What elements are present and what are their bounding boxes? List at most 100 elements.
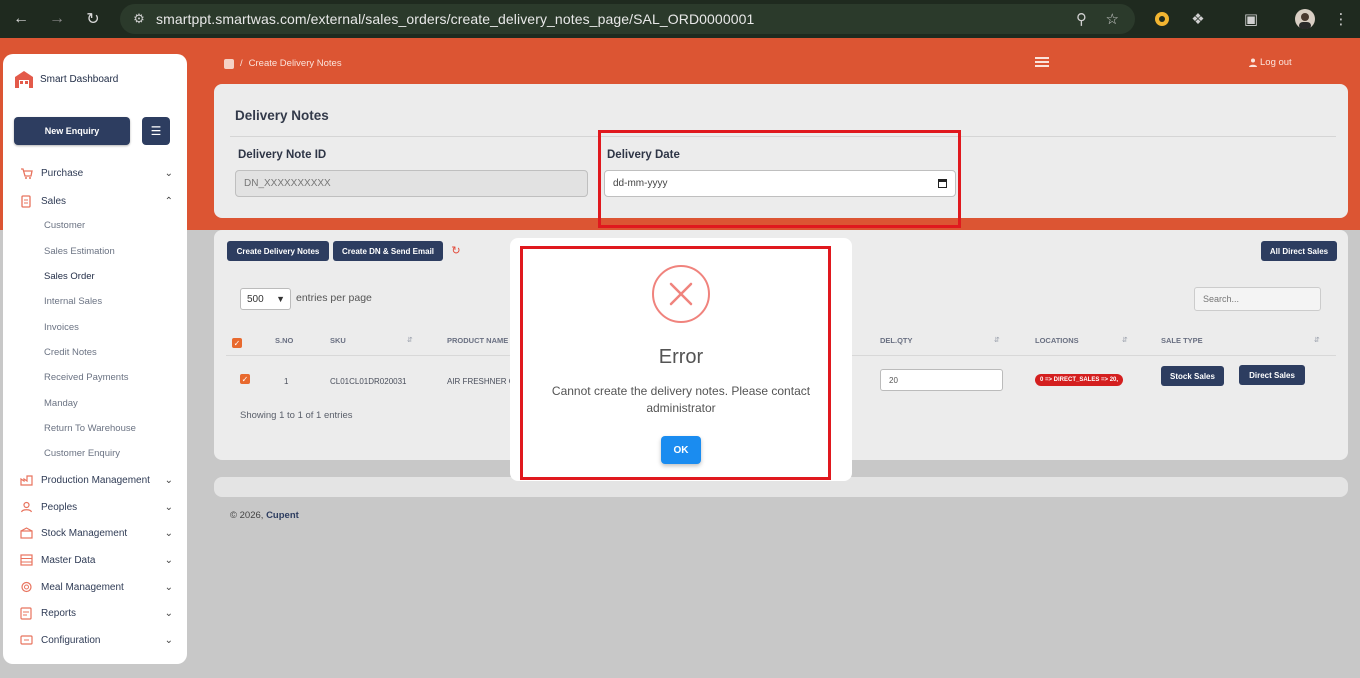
reload-icon[interactable]: ↻ <box>81 7 105 31</box>
sidebar-subitem-customer[interactable]: Customer <box>44 220 85 231</box>
chevron-down-icon: ⌄ <box>164 554 173 566</box>
address-bar[interactable]: ⚙ smartppt.smartwas.com/external/sales_o… <box>120 4 1135 34</box>
cell-sno: 1 <box>284 377 289 386</box>
chevron-down-icon: ⌄ <box>164 501 173 513</box>
meal-icon <box>19 580 33 594</box>
footer-company-link[interactable]: Cupent <box>266 510 299 521</box>
highlight-box-modal <box>520 246 831 480</box>
sidebar-item-stock-management[interactable]: Stock Management ⌄ <box>3 523 187 543</box>
table-info: Showing 1 to 1 of 1 entries <box>240 410 353 421</box>
column-header-sku[interactable]: SKU <box>330 336 346 345</box>
brand[interactable]: Smart Dashboard <box>13 68 118 90</box>
logout-label: Log out <box>1260 57 1292 68</box>
profile-avatar[interactable] <box>1295 9 1315 29</box>
sidebar-item-sales[interactable]: Sales ⌃ <box>3 191 187 211</box>
sidebar-subitem-credit-notes[interactable]: Credit Notes <box>44 347 97 358</box>
back-icon[interactable]: ← <box>9 7 33 31</box>
new-enquiry-button[interactable]: New Enquiry <box>14 117 130 145</box>
column-header-del-qty[interactable]: DEL.QTY <box>880 336 913 345</box>
create-delivery-notes-button[interactable]: Create Delivery Notes <box>227 241 329 261</box>
stock-icon <box>19 526 33 540</box>
sidebar-subitem-return-to-warehouse[interactable]: Return To Warehouse <box>44 423 136 434</box>
row-checkbox[interactable]: ✓ <box>240 374 250 384</box>
column-header-product-name[interactable]: PRODUCT NAME <box>447 336 508 345</box>
footer-copyright: © 2026, <box>230 510 264 521</box>
sidebar-subitem-manday[interactable]: Manday <box>44 398 78 409</box>
sidebar-item-configuration[interactable]: Configuration ⌄ <box>3 630 187 650</box>
sidebar-item-peoples[interactable]: Peoples ⌄ <box>3 497 187 517</box>
extension-icon[interactable] <box>1152 9 1172 29</box>
hamburger-menu-icon[interactable] <box>1035 57 1049 69</box>
url-text: smartppt.smartwas.com/external/sales_ord… <box>156 11 755 27</box>
site-settings-icon[interactable]: ⚙ <box>130 10 148 28</box>
entries-per-page-select[interactable]: 500 ▼ <box>240 288 291 310</box>
column-header-locations[interactable]: LOCATIONS <box>1035 336 1079 345</box>
sidebar-item-label: Peoples <box>41 501 78 513</box>
sidebar-toggle-button[interactable]: ☰ <box>142 117 170 145</box>
column-header-sale-type[interactable]: SALE TYPE <box>1161 336 1203 345</box>
create-dn-send-email-button[interactable]: Create DN & Send Email <box>333 241 443 261</box>
sidebar-item-label: Meal Management <box>41 581 124 593</box>
search-input[interactable]: Search... <box>1194 287 1321 311</box>
chevron-down-icon: ⌄ <box>164 634 173 646</box>
breadcrumb-current: Create Delivery Notes <box>248 58 342 69</box>
sort-icon[interactable]: ⇵ <box>407 336 413 344</box>
sidebar-subitem-sales-order[interactable]: Sales Order <box>44 271 95 282</box>
del-qty-input[interactable]: 20 <box>880 369 1003 391</box>
direct-sales-button[interactable]: Direct Sales <box>1239 365 1305 385</box>
sidebar-subitem-customer-enquiry[interactable]: Customer Enquiry <box>44 448 120 459</box>
sidebar-item-label: Production Management <box>41 474 150 486</box>
bookmark-star-icon[interactable]: ☆ <box>1106 10 1119 28</box>
entries-per-page-label: entries per page <box>296 292 372 304</box>
chevron-down-icon: ⌄ <box>164 581 173 593</box>
sidebar-item-purchase[interactable]: Purchase ⌄ <box>3 163 187 183</box>
forward-icon[interactable]: → <box>45 7 69 31</box>
home-icon[interactable] <box>224 58 234 69</box>
page-title: Delivery Notes <box>235 108 329 123</box>
database-icon <box>19 553 33 567</box>
browser-toolbar: ← → ↻ ⚙ smartppt.smartwas.com/external/s… <box>0 0 1360 38</box>
delivery-note-id-label: Delivery Note ID <box>238 149 327 161</box>
highlight-box-date <box>598 130 961 228</box>
sales-icon <box>19 194 33 208</box>
sidebar-item-meal-management[interactable]: Meal Management ⌄ <box>3 577 187 597</box>
sidebar-subitem-internal-sales[interactable]: Internal Sales <box>44 296 102 307</box>
configuration-icon <box>19 633 33 647</box>
column-header-sno[interactable]: S.NO <box>275 336 293 345</box>
sidebar-subitem-sales-estimation[interactable]: Sales Estimation <box>44 246 115 257</box>
all-direct-sales-button[interactable]: All Direct Sales <box>1261 241 1337 261</box>
sort-icon[interactable]: ⇵ <box>994 336 1000 344</box>
warehouse-logo-icon <box>15 71 33 88</box>
factory-icon <box>19 473 33 487</box>
sidebar-item-master-data[interactable]: Master Data ⌄ <box>3 550 187 570</box>
breadcrumb-separator: / <box>240 58 243 69</box>
select-all-checkbox[interactable]: ✓ <box>232 338 242 348</box>
sort-icon[interactable]: ⇵ <box>1122 336 1128 344</box>
cast-icon[interactable]: ▣ <box>1241 9 1261 29</box>
logout-link[interactable]: Log out <box>1249 57 1292 68</box>
refresh-icon[interactable]: ↻ <box>450 244 462 257</box>
brand-name: Smart Dashboard <box>40 73 119 85</box>
sidebar-item-reports[interactable]: Reports ⌄ <box>3 603 187 623</box>
reports-icon <box>19 606 33 620</box>
people-icon <box>19 500 33 514</box>
sidebar-item-production-management[interactable]: Production Management ⌄ <box>3 470 187 490</box>
sidebar-item-label: Sales <box>41 195 67 207</box>
menu-kebab-icon[interactable]: ⋮ <box>1331 9 1351 29</box>
breadcrumb: / Create Delivery Notes <box>224 58 342 69</box>
sidebar-item-label: Configuration <box>41 634 101 646</box>
puzzle-icon[interactable]: ❖ <box>1188 9 1208 29</box>
sidebar: Smart Dashboard New Enquiry ☰ Purchase ⌄… <box>3 54 187 664</box>
stock-sales-button[interactable]: Stock Sales <box>1161 366 1224 386</box>
entries-per-page-value: 500 <box>247 293 264 305</box>
zoom-icon[interactable]: ⚲ <box>1076 10 1087 28</box>
chevron-down-icon: ⌄ <box>164 607 173 619</box>
sidebar-subitem-invoices[interactable]: Invoices <box>44 322 79 333</box>
sort-icon[interactable]: ⇵ <box>1314 336 1320 344</box>
sidebar-item-label: Master Data <box>41 554 96 566</box>
chevron-down-icon: ⌄ <box>164 474 173 486</box>
sidebar-item-label: Purchase <box>41 167 84 179</box>
chevron-down-icon: ▼ <box>276 294 285 304</box>
chevron-up-icon: ⌃ <box>164 195 173 207</box>
sidebar-subitem-received-payments[interactable]: Received Payments <box>44 372 128 383</box>
